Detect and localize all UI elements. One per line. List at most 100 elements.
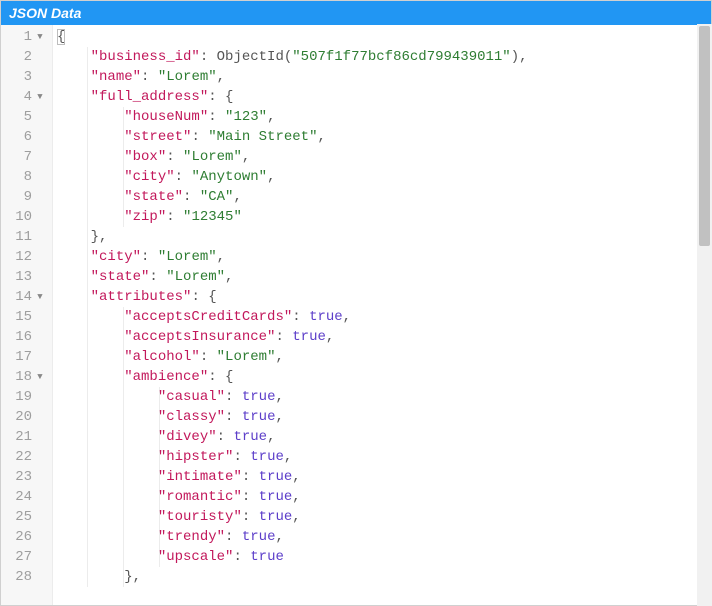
token-bool: true (250, 549, 284, 565)
token-punc: , (275, 389, 283, 405)
line-number: 6 (1, 127, 46, 147)
line-number: 26 (1, 527, 46, 547)
code-area[interactable]: { "business_id": ObjectId("507f1f77bcf86… (53, 25, 711, 605)
code-line[interactable]: "romantic": true, (57, 487, 711, 507)
line-number-gutter: 1▼234▼567891011121314▼15161718▼192021222… (1, 25, 53, 605)
line-number: 11 (1, 227, 46, 247)
code-line[interactable]: "city": "Anytown", (57, 167, 711, 187)
code-line[interactable]: }, (57, 227, 711, 247)
token-key: "street" (124, 129, 191, 145)
token-bool: true (242, 409, 276, 425)
token-key: "box" (124, 149, 166, 165)
token-key: "full_address" (91, 89, 209, 105)
token-str: "Lorem" (166, 269, 225, 285)
code-line[interactable]: "attributes": { (57, 287, 711, 307)
token-key: "romantic" (158, 489, 242, 505)
token-punc: , (292, 489, 300, 505)
token-bool: true (259, 509, 293, 525)
token-punc: , (267, 429, 275, 445)
code-line[interactable]: "ambience": { (57, 367, 711, 387)
line-number: 1▼ (1, 27, 46, 47)
token-bool: true (233, 429, 267, 445)
code-line[interactable]: { (57, 27, 711, 47)
code-line[interactable]: "business_id": ObjectId("507f1f77bcf86cd… (57, 47, 711, 67)
token-punc: : (175, 169, 192, 185)
fold-toggle-icon[interactable]: ▼ (34, 27, 46, 47)
scrollbar-thumb[interactable] (699, 26, 710, 246)
token-key: "name" (91, 69, 141, 85)
code-line[interactable]: "alcohol": "Lorem", (57, 347, 711, 367)
line-number: 15 (1, 307, 46, 327)
token-punc: , (267, 109, 275, 125)
code-line[interactable]: "trendy": true, (57, 527, 711, 547)
code-line[interactable]: "hipster": true, (57, 447, 711, 467)
line-number: 17 (1, 347, 46, 367)
fold-toggle-icon[interactable]: ▼ (34, 87, 46, 107)
token-str: "507f1f77bcf86cd799439011" (292, 49, 510, 65)
code-line[interactable]: "box": "Lorem", (57, 147, 711, 167)
code-line[interactable]: }, (57, 567, 711, 587)
token-bool: true (292, 329, 326, 345)
code-line[interactable]: "touristy": true, (57, 507, 711, 527)
token-key: "state" (91, 269, 150, 285)
token-fn: ) (511, 49, 519, 65)
code-line[interactable]: "acceptsCreditCards": true, (57, 307, 711, 327)
token-punc: , (343, 309, 351, 325)
code-line[interactable]: "name": "Lorem", (57, 67, 711, 87)
token-punc: , (326, 329, 334, 345)
token-str: "12345" (183, 209, 242, 225)
code-line[interactable]: "city": "Lorem", (57, 247, 711, 267)
code-line[interactable]: "state": "CA", (57, 187, 711, 207)
token-punc: , (519, 49, 527, 65)
line-number: 23 (1, 467, 46, 487)
fold-toggle-icon[interactable]: ▼ (34, 367, 46, 387)
token-punc: : (225, 389, 242, 405)
fold-toggle-icon[interactable]: ▼ (34, 287, 46, 307)
vertical-scrollbar[interactable] (697, 24, 712, 606)
token-punc: : (183, 189, 200, 205)
panel-title-bar: JSON Data (1, 1, 711, 25)
code-line[interactable]: "houseNum": "123", (57, 107, 711, 127)
code-line[interactable]: "full_address": { (57, 87, 711, 107)
code-line[interactable]: "state": "Lorem", (57, 267, 711, 287)
token-punc: : (149, 269, 166, 285)
line-number: 25 (1, 507, 46, 527)
token-fn: ObjectId( (217, 49, 293, 65)
line-number: 8 (1, 167, 46, 187)
token-key: "state" (124, 189, 183, 205)
editor[interactable]: 1▼234▼567891011121314▼15161718▼192021222… (1, 25, 711, 605)
token-key: "city" (91, 249, 141, 265)
token-punc: : (200, 349, 217, 365)
token-key: "upscale" (158, 549, 234, 565)
token-bool: true (242, 529, 276, 545)
code-line[interactable]: "intimate": true, (57, 467, 711, 487)
token-punc: , (242, 149, 250, 165)
line-number: 10 (1, 207, 46, 227)
token-punc: : (217, 429, 234, 445)
code-line[interactable]: "acceptsInsurance": true, (57, 327, 711, 347)
code-line[interactable]: "zip": "12345" (57, 207, 711, 227)
token-key: "acceptsInsurance" (124, 329, 275, 345)
code-line[interactable]: "classy": true, (57, 407, 711, 427)
token-key: "hipster" (158, 449, 234, 465)
token-str: "Anytown" (191, 169, 267, 185)
token-punc: : (208, 109, 225, 125)
token-punc: , (267, 169, 275, 185)
token-punc: { (57, 29, 65, 45)
line-number: 28 (1, 567, 46, 587)
token-punc: }, (91, 229, 108, 245)
token-punc: : (166, 149, 183, 165)
token-str: "CA" (200, 189, 234, 205)
code-line[interactable]: "upscale": true (57, 547, 711, 567)
token-key: "divey" (158, 429, 217, 445)
line-number: 24 (1, 487, 46, 507)
token-bool: true (242, 389, 276, 405)
line-number: 13 (1, 267, 46, 287)
code-line[interactable]: "divey": true, (57, 427, 711, 447)
token-key: "casual" (158, 389, 225, 405)
code-line[interactable]: "street": "Main Street", (57, 127, 711, 147)
code-line[interactable]: "casual": true, (57, 387, 711, 407)
token-str: "Lorem" (158, 249, 217, 265)
token-punc: : (275, 329, 292, 345)
token-punc: , (217, 249, 225, 265)
